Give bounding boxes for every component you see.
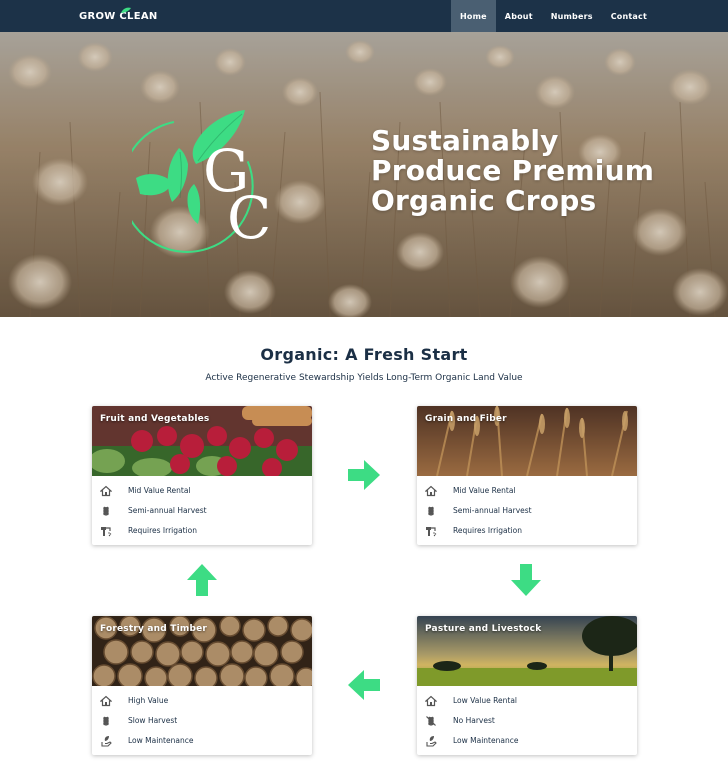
hand-leaf-icon	[426, 736, 437, 747]
card-title: Forestry and Timber	[100, 624, 208, 634]
wheat-icon	[103, 716, 109, 726]
card-feature: Slow Harvest	[92, 714, 312, 728]
arrow-down-icon	[511, 564, 541, 596]
card-feature: Requires Irrigation	[417, 524, 637, 538]
feature-text: Low Maintenance	[453, 736, 519, 745]
house-icon	[100, 485, 112, 497]
irrigation-icon	[101, 527, 112, 537]
card-feature: Semi-annual Harvest	[92, 504, 312, 518]
nav-item-numbers[interactable]: Numbers	[542, 0, 602, 32]
wheat-icon	[103, 506, 109, 516]
feature-text: Mid Value Rental	[128, 486, 191, 495]
card-feature: Low Maintenance	[92, 734, 312, 748]
card-feature: Semi-annual Harvest	[417, 504, 637, 518]
nav-item-label: Contact	[610, 11, 647, 21]
hero-headline-line: Organic Crops	[371, 184, 597, 217]
nav-item-home[interactable]: Home	[451, 0, 496, 32]
card-feature: Mid Value Rental	[92, 484, 312, 498]
card-feature: Mid Value Rental	[417, 484, 637, 498]
nav-item-label: Numbers	[550, 11, 593, 21]
nav-item-label: About	[504, 11, 533, 21]
card-grain-and-fiber[interactable]: Grain and Fiber Mid Value Rental Semi-an…	[417, 406, 637, 545]
feature-text: Slow Harvest	[128, 716, 178, 725]
card-feature: High Value	[92, 694, 312, 708]
timber-image: Forestry and Timber	[92, 616, 312, 686]
feature-text: Requires Irrigation	[453, 526, 522, 535]
card-feature: No Harvest	[417, 714, 637, 728]
card-feature: Requires Irrigation	[92, 524, 312, 538]
card-fruit-and-vegetables[interactable]: Fruit and Vegetables Mid Value Rental Se…	[92, 406, 312, 545]
hero-headline-line: Sustainably	[371, 124, 559, 157]
wheat-icon	[428, 506, 434, 516]
card-pasture-and-livestock[interactable]: Pasture and Livestock Low Value Rental N…	[417, 616, 637, 755]
house-icon	[425, 695, 437, 707]
irrigation-icon	[426, 527, 437, 537]
card-feature: Low Maintenance	[417, 734, 637, 748]
card-forestry-and-timber[interactable]: Forestry and Timber High Value Slow Harv…	[92, 616, 312, 755]
section-title: Organic: A Fresh Start	[260, 345, 468, 364]
nav-item-label: Home	[460, 11, 487, 21]
card-title: Pasture and Livestock	[425, 624, 542, 634]
vegetables-image: Fruit and Vegetables	[92, 406, 312, 476]
feature-text: High Value	[128, 696, 169, 705]
nav-item-contact[interactable]: Contact	[602, 0, 656, 32]
hero-headline: Sustainably Produce Premium Organic Crop…	[371, 126, 671, 216]
feature-text: Mid Value Rental	[453, 486, 516, 495]
feature-text: Semi-annual Harvest	[453, 506, 532, 515]
brand-name: GROW CLEAN	[79, 10, 158, 22]
no-wheat-icon	[426, 716, 436, 726]
leaf-icon	[121, 7, 131, 13]
gc-logo-icon: G C	[132, 110, 271, 253]
hand-leaf-icon	[101, 736, 112, 747]
hero-headline-line: Produce Premium	[371, 154, 655, 187]
section-subtitle: Active Regenerative Stewardship Yields L…	[205, 373, 523, 383]
card-title: Grain and Fiber	[425, 414, 507, 424]
arrow-up-icon	[187, 564, 217, 596]
card-feature: Low Value Rental	[417, 694, 637, 708]
feature-text: Low Maintenance	[128, 736, 194, 745]
svg-text:C: C	[227, 184, 271, 252]
nav-item-about[interactable]: About	[496, 0, 542, 32]
house-icon	[100, 695, 112, 707]
main-menu: Home About Numbers Contact	[451, 0, 656, 32]
pasture-image: Pasture and Livestock	[417, 616, 637, 686]
house-icon	[425, 485, 437, 497]
card-title: Fruit and Vegetables	[100, 414, 210, 424]
hero-banner: G C Sustainably Produce Premium Organic …	[0, 32, 728, 317]
grain-image: Grain and Fiber	[417, 406, 637, 476]
feature-text: Semi-annual Harvest	[128, 506, 207, 515]
feature-text: Low Value Rental	[453, 696, 517, 705]
brand-logo[interactable]: GROW CLEAN	[79, 6, 158, 26]
feature-text: No Harvest	[453, 716, 495, 725]
arrow-right-icon	[348, 460, 380, 490]
feature-text: Requires Irrigation	[128, 526, 197, 535]
top-navbar: GROW CLEAN Home About Numbers Contact	[0, 0, 728, 32]
arrow-left-icon	[348, 670, 380, 700]
